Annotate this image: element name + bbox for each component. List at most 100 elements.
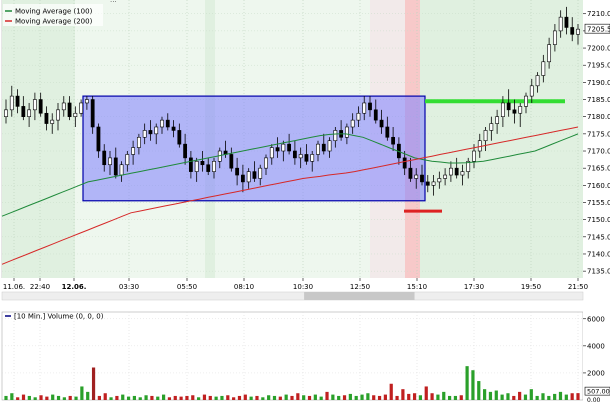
volume-bar [126, 396, 131, 400]
candle [529, 85, 534, 97]
volume-bar [86, 391, 90, 400]
chart-window: Moving Average (100) Moving Average (200)… [0, 0, 610, 403]
candle [142, 130, 147, 138]
volume-bar [389, 383, 393, 400]
volume-bar [197, 397, 201, 400]
volume-bar [570, 393, 574, 400]
candle [350, 119, 355, 128]
y-tick-label: 7200.00 [587, 45, 610, 53]
session-band [2, 0, 75, 278]
volume-bar [167, 397, 172, 400]
volume-bar [202, 394, 207, 400]
candle [246, 171, 251, 183]
candle [477, 140, 482, 152]
candle [38, 99, 43, 114]
candle [160, 119, 164, 128]
candle [304, 154, 309, 162]
candle [229, 154, 234, 169]
volume-chart[interactable]: [10 Min.] Volume (0, 0, 0) 2000 4000 6000 50… [0, 310, 610, 403]
volume-bar [488, 391, 493, 400]
candle [287, 143, 292, 152]
y-tick-label: 7145.00 [587, 233, 610, 241]
price-chart[interactable]: Moving Average (100) Moving Average (200)… [0, 0, 610, 310]
candle [512, 109, 517, 114]
candle [258, 167, 263, 179]
candle [344, 126, 349, 138]
candle [183, 143, 188, 159]
scrollbar-thumb[interactable] [304, 292, 415, 300]
volume-bar [255, 395, 259, 400]
candle [4, 109, 8, 117]
candle [437, 178, 442, 183]
candle [44, 112, 49, 124]
candle [570, 27, 575, 35]
candle [281, 143, 286, 152]
candle [177, 130, 182, 145]
x-tick-label: 12.06. [62, 283, 87, 291]
x-tick-label: 08:10 [234, 283, 254, 291]
volume-bar [296, 393, 300, 400]
y-tick-label: 7175.00 [587, 130, 610, 138]
candle [524, 95, 528, 107]
candle [15, 95, 20, 107]
candle [79, 102, 84, 114]
candle [200, 161, 205, 166]
candle [379, 119, 384, 128]
volume-bar [16, 397, 20, 400]
volume-bar [424, 386, 428, 400]
candle [489, 123, 494, 131]
volume-bar [360, 394, 364, 400]
volume-bar [161, 394, 166, 400]
volume-bar [459, 395, 463, 400]
volume-bar [447, 395, 452, 400]
y-tick-label: 6000 [587, 315, 605, 323]
candle [275, 147, 280, 152]
volume-bar [249, 396, 253, 400]
volume-bar [179, 396, 183, 400]
y-tick-label: 2000 [587, 369, 605, 377]
volume-bar [412, 393, 417, 400]
volume-bar [518, 391, 522, 400]
candle [310, 154, 315, 162]
x-tick-label: 11.06. [3, 283, 25, 291]
y-tick-label: 7150.00 [587, 216, 610, 224]
volume-bar [214, 396, 218, 400]
candle [235, 167, 240, 176]
candle [321, 143, 326, 152]
volume-bar [138, 397, 142, 400]
candle [414, 174, 419, 179]
y-tick-label: 7170.00 [587, 148, 610, 156]
volume-bar [319, 396, 323, 400]
last-volume-label: 507.00 [587, 388, 610, 396]
y-tick-label: 7160.00 [587, 182, 610, 190]
volume-bar [62, 397, 66, 400]
legend-label: Moving Average (100) [15, 8, 93, 16]
volume-bar [337, 395, 341, 400]
candle [385, 126, 390, 138]
candle [483, 130, 488, 142]
volume-bar [4, 395, 8, 400]
y-tick-label: 7180.00 [587, 113, 610, 121]
candle [460, 171, 465, 176]
volume-bar [278, 396, 282, 400]
candle [154, 126, 159, 135]
volume-bar [366, 393, 370, 400]
volume-bar [553, 393, 557, 400]
horizontal-scrollbar [1, 291, 584, 301]
top-label: ... [110, 0, 117, 4]
candle [495, 116, 500, 124]
candle [402, 157, 407, 169]
volume-bar [39, 395, 43, 400]
x-tick-label: 21:50 [568, 283, 588, 291]
candle [443, 174, 448, 179]
candle [188, 157, 193, 172]
candle [194, 161, 199, 172]
volume-bar [500, 394, 504, 400]
candle [506, 102, 511, 111]
volume-bar [121, 394, 125, 400]
volume-bar [284, 394, 288, 400]
y-tick-label: 7185.00 [587, 96, 610, 104]
candle [547, 44, 552, 63]
candle [32, 99, 37, 111]
volume-bar [436, 394, 440, 400]
